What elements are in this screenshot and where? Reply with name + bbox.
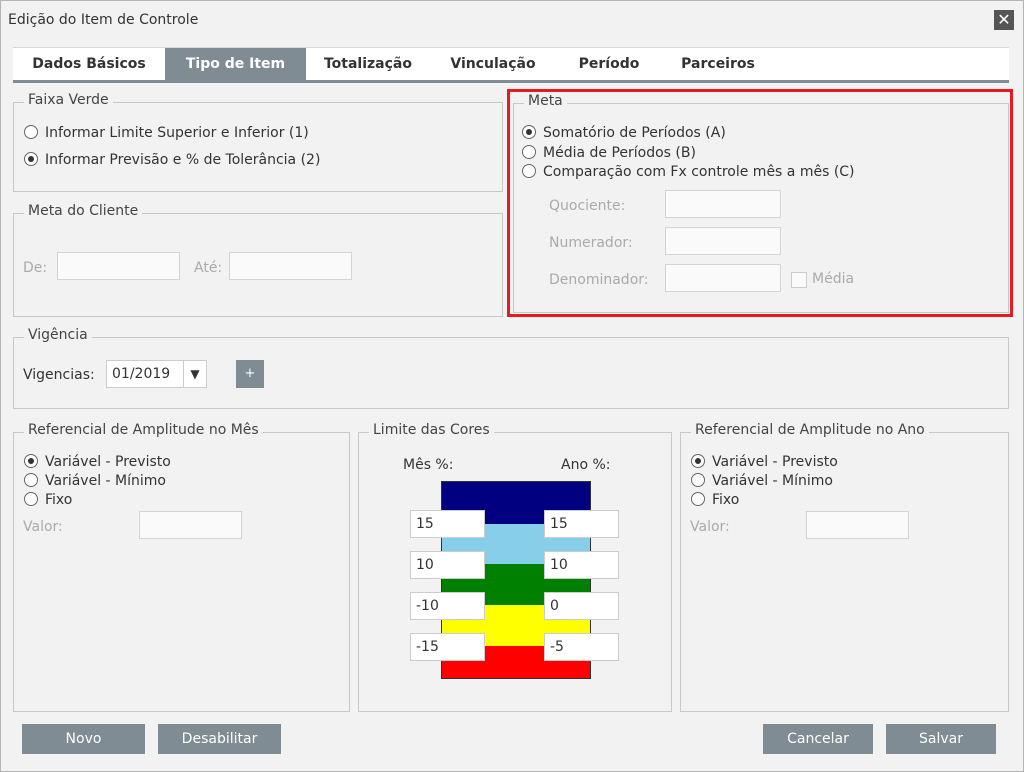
- tab-tipo-de-item[interactable]: Tipo de Item: [165, 48, 306, 80]
- radio-selected-icon[interactable]: [24, 454, 38, 468]
- ref-mes-option-2-label: Variável - Mínimo: [45, 473, 166, 489]
- ref-ano-legend: Referencial de Amplitude no Ano: [691, 422, 929, 438]
- tab-strip: Dados Básicos Tipo de Item Totalização V…: [13, 47, 1009, 83]
- faixa-verde-option-2[interactable]: Informar Previsão e % de Tolerância (2): [24, 152, 320, 168]
- ref-mes-group: Referencial de Amplitude no Mês Variável…: [13, 422, 350, 712]
- ref-ano-option-2[interactable]: Variável - Mínimo: [691, 473, 833, 489]
- ref-ano-valor-input[interactable]: [806, 511, 909, 539]
- dialog-window: Edição do Item de Controle ✕ Dados Básic…: [0, 0, 1024, 772]
- tab-parceiros[interactable]: Parceiros: [662, 48, 774, 80]
- salvar-button[interactable]: Salvar: [886, 724, 996, 754]
- ate-input[interactable]: [229, 252, 352, 280]
- ano-limit-4-input[interactable]: -5: [544, 633, 619, 661]
- tab-totalizacao[interactable]: Totalização: [306, 48, 430, 80]
- vigencia-legend: Vigência: [24, 327, 92, 343]
- ano-limit-2-input[interactable]: 10: [544, 551, 619, 579]
- faixa-verde-option-2-label: Informar Previsão e % de Tolerância (2): [45, 152, 321, 168]
- highlight-box: [507, 89, 1013, 317]
- ref-mes-valor-input[interactable]: [139, 511, 242, 539]
- vigencias-select[interactable]: 01/2019 ▼: [106, 360, 207, 388]
- ref-mes-valor-label: Valor:: [23, 519, 63, 535]
- tab-vinculacao[interactable]: Vinculação: [430, 48, 556, 80]
- faixa-verde-group: Faixa Verde Informar Limite Superior e I…: [13, 92, 503, 192]
- ref-mes-option-3-label: Fixo: [45, 492, 73, 508]
- close-icon[interactable]: ✕: [994, 10, 1014, 30]
- ref-ano-option-3-label: Fixo: [712, 492, 740, 508]
- mes-percent-label: Mês %:: [403, 457, 454, 473]
- cancelar-button[interactable]: Cancelar: [763, 724, 873, 754]
- ref-mes-option-1-label: Variável - Previsto: [45, 454, 171, 470]
- vigencia-group: Vigência Vigencias: 01/2019 ▼ +: [13, 327, 1009, 409]
- limite-cores-legend: Limite das Cores: [369, 422, 494, 438]
- add-vigencia-button[interactable]: +: [236, 360, 264, 388]
- vigencias-label: Vigencias:: [23, 367, 95, 383]
- radio-selected-icon[interactable]: [691, 454, 705, 468]
- ref-ano-group: Referencial de Amplitude no Ano Variável…: [680, 422, 1009, 712]
- mes-limit-3-input[interactable]: -10: [410, 592, 485, 620]
- ate-label: Até:: [194, 260, 223, 276]
- mes-limit-4-input[interactable]: -15: [410, 633, 485, 661]
- ref-ano-option-3[interactable]: Fixo: [691, 492, 739, 508]
- mes-limit-2-input[interactable]: 10: [410, 551, 485, 579]
- mes-limit-1-input[interactable]: 15: [410, 510, 485, 538]
- ano-limit-1-input[interactable]: 15: [544, 510, 619, 538]
- radio-icon[interactable]: [691, 473, 705, 487]
- ref-ano-valor-label: Valor:: [690, 519, 730, 535]
- ref-mes-option-1[interactable]: Variável - Previsto: [24, 454, 171, 470]
- tab-periodo[interactable]: Período: [556, 48, 662, 80]
- dialog-title: Edição do Item de Controle: [8, 12, 199, 28]
- ref-ano-option-1-label: Variável - Previsto: [712, 454, 838, 470]
- de-label: De:: [23, 260, 48, 276]
- ref-ano-option-2-label: Variável - Mínimo: [712, 473, 833, 489]
- novo-button[interactable]: Novo: [22, 724, 145, 754]
- de-input[interactable]: [57, 252, 180, 280]
- radio-icon[interactable]: [24, 125, 38, 139]
- radio-icon[interactable]: [24, 492, 38, 506]
- vigencias-value: 01/2019: [112, 366, 171, 382]
- meta-cliente-group: Meta do Cliente De: Até:: [13, 203, 503, 317]
- chevron-down-icon[interactable]: ▼: [183, 361, 206, 387]
- ano-limit-3-input[interactable]: 0: [544, 592, 619, 620]
- faixa-verde-option-1[interactable]: Informar Limite Superior e Inferior (1): [24, 125, 309, 141]
- tab-dados-basicos[interactable]: Dados Básicos: [13, 48, 165, 80]
- title-bar: Edição do Item de Controle ✕: [1, 1, 1023, 39]
- faixa-verde-option-1-label: Informar Limite Superior e Inferior (1): [45, 125, 309, 141]
- ref-mes-option-2[interactable]: Variável - Mínimo: [24, 473, 166, 489]
- ano-percent-label: Ano %:: [561, 457, 611, 473]
- radio-selected-icon[interactable]: [24, 152, 38, 166]
- ref-mes-legend: Referencial de Amplitude no Mês: [24, 422, 263, 438]
- ref-ano-option-1[interactable]: Variável - Previsto: [691, 454, 838, 470]
- radio-icon[interactable]: [691, 492, 705, 506]
- radio-icon[interactable]: [24, 473, 38, 487]
- desabilitar-button[interactable]: Desabilitar: [158, 724, 281, 754]
- ref-mes-option-3[interactable]: Fixo: [24, 492, 72, 508]
- meta-cliente-legend: Meta do Cliente: [24, 203, 143, 219]
- faixa-verde-legend: Faixa Verde: [24, 92, 113, 108]
